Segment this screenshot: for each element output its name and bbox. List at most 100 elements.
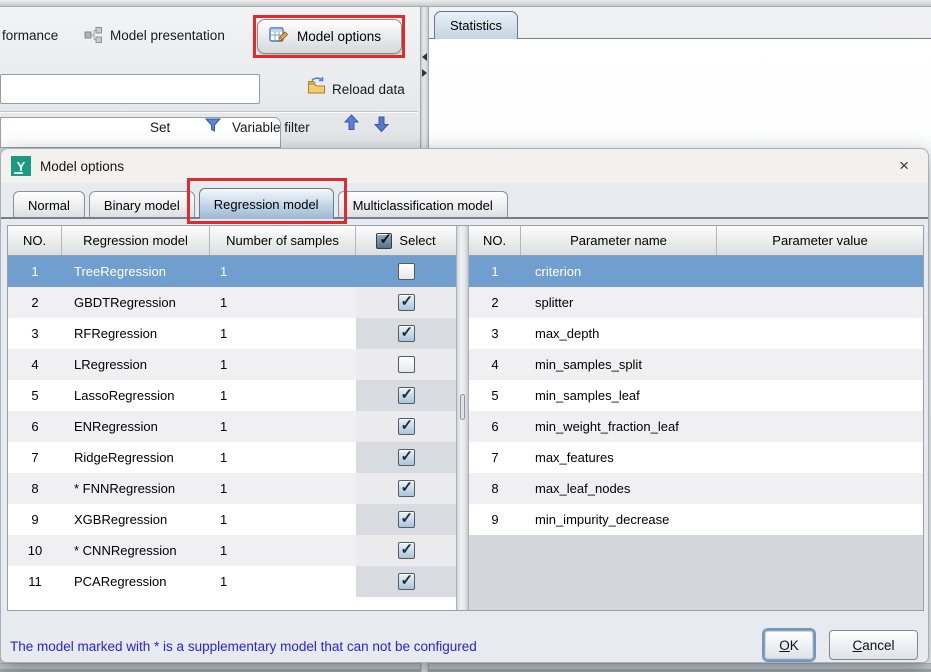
row-samples: 1	[210, 535, 356, 566]
param-row-value	[717, 473, 923, 504]
param-row-name: criterion	[521, 256, 717, 287]
row-select-cell	[356, 473, 456, 504]
param-row-no: 8	[469, 473, 521, 504]
toolbar-performance-button[interactable]: formance	[2, 28, 58, 43]
row-model-name: ENRegression	[62, 411, 210, 442]
table-splitter[interactable]	[456, 226, 469, 610]
model-options-button[interactable]: Model options	[257, 19, 402, 54]
header-number-of-samples: Number of samples	[210, 226, 356, 255]
header-select-label: Select	[399, 233, 435, 248]
dialog-tab-label: Regression model	[214, 197, 319, 212]
regression-model-row[interactable]: 5 LassoRegression 1	[8, 380, 456, 411]
row-select-checkbox[interactable]	[398, 511, 415, 528]
param-row-name: min_samples_leaf	[521, 380, 717, 411]
row-model-name: PCARegression	[62, 566, 210, 597]
param-row-value	[717, 349, 923, 380]
row-no: 7	[8, 442, 62, 473]
parameter-row[interactable]: 6 min_weight_fraction_leaf	[469, 411, 923, 442]
regression-model-row[interactable]: 8 * FNNRegression 1	[8, 473, 456, 504]
param-row-value	[717, 318, 923, 349]
regression-model-row[interactable]: 2 GBDTRegression 1	[8, 287, 456, 318]
param-row-no: 1	[469, 256, 521, 287]
collapse-left-icon[interactable]	[422, 53, 427, 61]
variable-filter-button[interactable]: Variable filter	[232, 120, 310, 135]
regression-model-row[interactable]: 9 XGBRegression 1	[8, 504, 456, 535]
row-select-checkbox[interactable]	[398, 325, 415, 342]
move-up-arrow-icon[interactable]	[344, 114, 359, 134]
row-model-name: XGBRegression	[62, 504, 210, 535]
dialog-content: NO. Regression model Number of samples S…	[1, 219, 928, 662]
dialog-tab[interactable]: Multiclassification model	[338, 191, 508, 219]
regression-model-row[interactable]: 4 LRegression 1	[8, 349, 456, 380]
row-select-checkbox[interactable]	[398, 387, 415, 404]
reload-data-button[interactable]: Reload data	[332, 82, 405, 97]
row-model-name: RFRegression	[62, 318, 210, 349]
param-row-value	[717, 411, 923, 442]
row-model-name: * CNNRegression	[62, 535, 210, 566]
set-button[interactable]: Set	[150, 120, 170, 135]
param-row-value	[717, 442, 923, 473]
close-icon[interactable]: ×	[890, 149, 918, 183]
row-select-cell	[356, 256, 456, 287]
param-row-name: max_leaf_nodes	[521, 473, 717, 504]
dialog-tab[interactable]: Binary model	[89, 191, 195, 219]
parameter-row[interactable]: 4 min_samples_split	[469, 349, 923, 380]
row-samples: 1	[210, 256, 356, 287]
tab-statistics[interactable]: Statistics	[434, 11, 518, 39]
text-input-field[interactable]	[0, 74, 260, 104]
splitter-grip[interactable]	[460, 394, 465, 420]
select-all-checkbox[interactable]	[376, 233, 392, 249]
row-select-checkbox[interactable]	[398, 449, 415, 466]
row-select-checkbox[interactable]	[398, 418, 415, 435]
toolbar-model-presentation-button[interactable]: Model presentation	[110, 28, 225, 43]
parameter-row[interactable]: 1 criterion	[469, 256, 923, 287]
row-no: 6	[8, 411, 62, 442]
parameter-table: NO. Parameter name Parameter value 1 cri…	[469, 226, 923, 610]
row-select-checkbox[interactable]	[398, 263, 415, 280]
regression-model-row[interactable]: 3 RFRegression 1	[8, 318, 456, 349]
param-row-name: min_weight_fraction_leaf	[521, 411, 717, 442]
regression-model-row[interactable]: 11 PCARegression 1	[8, 566, 456, 597]
param-row-value	[717, 256, 923, 287]
row-select-cell	[356, 442, 456, 473]
ok-button[interactable]: OK	[764, 630, 814, 660]
move-down-arrow-icon[interactable]	[374, 116, 389, 136]
parameter-row[interactable]: 9 min_impurity_decrease	[469, 504, 923, 535]
dialog-tab-label: Binary model	[104, 198, 180, 213]
dialog-tab[interactable]: Regression model	[199, 188, 334, 219]
regression-model-row[interactable]: 1 TreeRegression 1	[8, 256, 456, 287]
row-select-checkbox[interactable]	[398, 294, 415, 311]
row-no: 11	[8, 566, 62, 597]
header-regression-model: Regression model	[62, 226, 210, 255]
row-select-checkbox[interactable]	[398, 542, 415, 559]
model-options-button-label: Model options	[297, 29, 381, 44]
param-row-no: 9	[469, 504, 521, 535]
regression-table-body: 1 TreeRegression 1 2 GBDTRegression 1 3 …	[8, 256, 456, 597]
parameter-row[interactable]: 8 max_leaf_nodes	[469, 473, 923, 504]
regression-model-row[interactable]: 10 * CNNRegression 1	[8, 535, 456, 566]
ok-button-label: OK	[779, 638, 799, 653]
row-samples: 1	[210, 287, 356, 318]
regression-model-row[interactable]: 6 ENRegression 1	[8, 411, 456, 442]
row-select-checkbox[interactable]	[398, 480, 415, 497]
parameter-row[interactable]: 2 splitter	[469, 287, 923, 318]
parameter-row[interactable]: 5 min_samples_leaf	[469, 380, 923, 411]
row-select-checkbox[interactable]	[398, 573, 415, 590]
param-row-value	[717, 380, 923, 411]
collapse-right-icon[interactable]	[422, 69, 427, 77]
dialog-tab[interactable]: Normal	[13, 191, 85, 219]
param-row-name: splitter	[521, 287, 717, 318]
param-row-no: 4	[469, 349, 521, 380]
parameter-row[interactable]: 7 max_features	[469, 442, 923, 473]
cancel-button[interactable]: Cancel	[829, 630, 918, 660]
parameter-table-body: 1 criterion 2 splitter 3 max_depth 4 min…	[469, 256, 923, 535]
header-parameter-name: Parameter name	[521, 226, 717, 255]
cancel-button-label: Cancel	[852, 638, 894, 653]
row-samples: 1	[210, 380, 356, 411]
row-samples: 1	[210, 442, 356, 473]
regression-model-row[interactable]: 7 RidgeRegression 1	[8, 442, 456, 473]
parameter-row[interactable]: 3 max_depth	[469, 318, 923, 349]
row-select-checkbox[interactable]	[398, 356, 415, 373]
variable-filter-icon	[205, 117, 221, 136]
row-select-cell	[356, 380, 456, 411]
